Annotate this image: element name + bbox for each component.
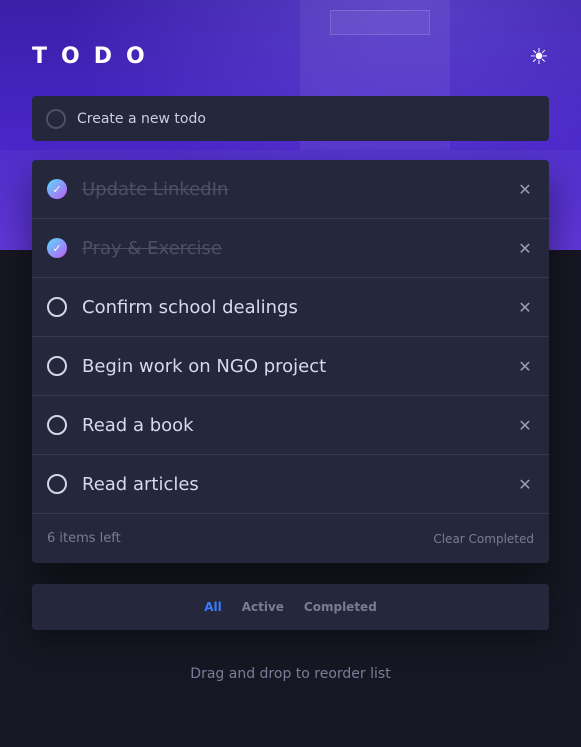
close-icon[interactable]: ✕	[517, 357, 533, 376]
todo-text: Read articles	[82, 473, 199, 495]
reorder-hint: Drag and drop to reorder list	[190, 666, 391, 682]
list-item[interactable]: Read a book ✕	[32, 396, 549, 455]
list-item[interactable]: Begin work on NGO project ✕	[32, 337, 549, 396]
clear-completed-button[interactable]: Clear Completed	[433, 532, 534, 546]
todo-text: Pray & Exercise	[82, 237, 223, 259]
close-icon[interactable]: ✕	[517, 298, 533, 317]
list-item[interactable]: Confirm school dealings ✕	[32, 278, 549, 337]
unchecked-circle-icon[interactable]	[47, 297, 67, 317]
check-icon[interactable]: ✓	[47, 179, 67, 199]
close-icon[interactable]: ✕	[517, 180, 533, 199]
new-todo-bar	[32, 96, 549, 141]
close-icon[interactable]: ✕	[517, 475, 533, 494]
todo-text: Read a book	[82, 414, 194, 436]
list-item[interactable]: ✓ Update LinkedIn ✕	[32, 160, 549, 219]
todo-text: Confirm school dealings	[82, 296, 298, 318]
close-icon[interactable]: ✕	[517, 416, 533, 435]
sun-icon[interactable]: ☀	[527, 46, 551, 70]
new-todo-input[interactable]	[77, 110, 549, 127]
close-icon[interactable]: ✕	[517, 239, 533, 258]
check-icon[interactable]: ✓	[47, 238, 67, 258]
app-title: TODO	[32, 44, 159, 69]
new-todo-check-circle[interactable]	[46, 108, 66, 129]
todo-text: Update LinkedIn	[82, 178, 229, 200]
items-left-count: 6 items left	[47, 531, 121, 546]
list-item[interactable]: Read articles ✕	[32, 455, 549, 514]
list-footer: 6 items left Clear Completed	[32, 514, 549, 563]
filter-all-button[interactable]: All	[204, 600, 222, 614]
todo-text: Begin work on NGO project	[82, 355, 327, 377]
list-item[interactable]: ✓ Pray & Exercise ✕	[32, 219, 549, 278]
todo-list: ✓ Update LinkedIn ✕ ✓ Pray & Exercise ✕ …	[32, 160, 549, 563]
background-sign	[330, 10, 430, 35]
filter-completed-button[interactable]: Completed	[304, 600, 377, 614]
unchecked-circle-icon[interactable]	[47, 356, 67, 376]
filter-active-button[interactable]: Active	[242, 600, 284, 614]
filter-bar: All Active Completed	[32, 584, 549, 630]
unchecked-circle-icon[interactable]	[47, 474, 67, 494]
unchecked-circle-icon[interactable]	[47, 415, 67, 435]
